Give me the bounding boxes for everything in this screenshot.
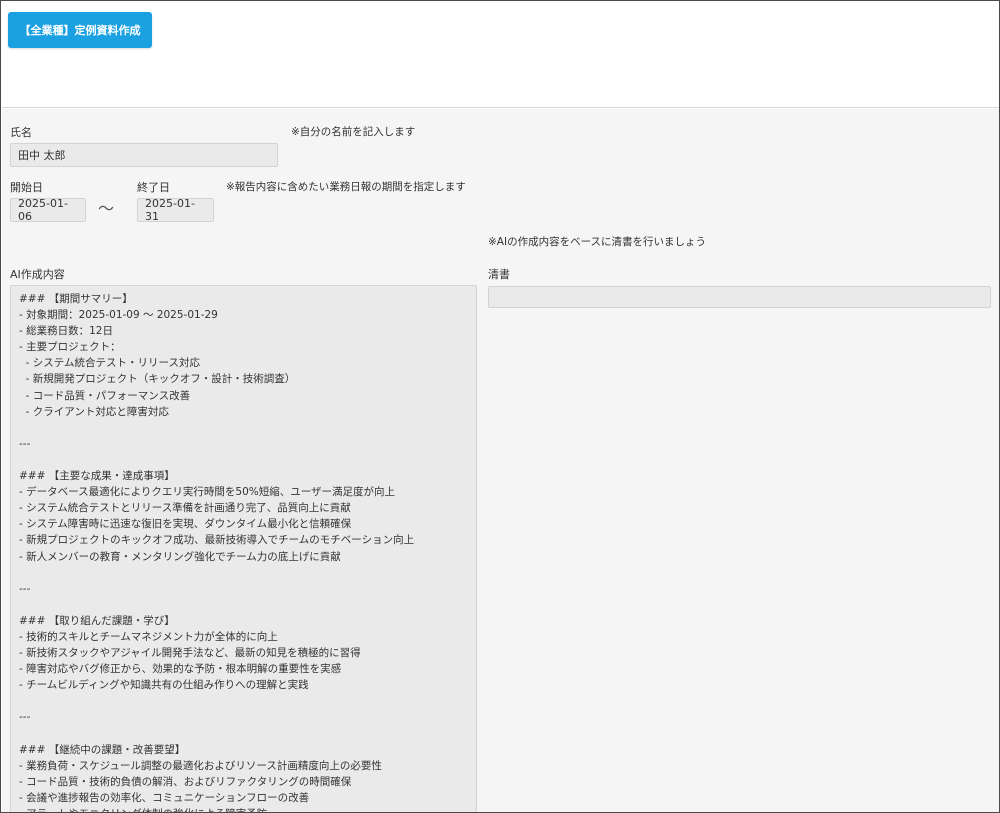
clean-copy-label: 清書 [488, 268, 510, 281]
toolbar: 【全業種】定例資料作成 [2, 2, 999, 108]
clean-copy-note: ※AIの作成内容をベースに清書を行いましょう [488, 236, 707, 248]
ai-content-label: AI作成内容 [10, 268, 65, 281]
date-range-separator: ～ [98, 199, 115, 218]
period-note: ※報告内容に含めたい業務日報の期間を指定します [226, 181, 466, 193]
clean-copy-field[interactable] [488, 286, 991, 308]
end-date-label: 終了日 [137, 181, 170, 194]
app-frame: 【全業種】定例資料作成 氏名 ※自分の名前を記入します 田中 太郎 開始日 終了… [0, 0, 1000, 813]
start-date-field[interactable]: 2025-01-06 [10, 197, 86, 223]
end-date-field[interactable]: 2025-01-31 [137, 197, 214, 223]
form-panel: 氏名 ※自分の名前を記入します 田中 太郎 開始日 終了日 ※報告内容に含めたい… [2, 109, 999, 812]
name-field[interactable]: 田中 太郎 [10, 143, 278, 167]
ai-content-textarea[interactable]: ### 【期間サマリー】 - 対象期間：2025-01-09 ～ 2025-01… [10, 285, 477, 812]
name-note: ※自分の名前を記入します [291, 126, 416, 138]
name-label: 氏名 [10, 126, 32, 139]
create-report-button[interactable]: 【全業種】定例資料作成 [8, 12, 152, 48]
start-date-label: 開始日 [10, 181, 43, 194]
